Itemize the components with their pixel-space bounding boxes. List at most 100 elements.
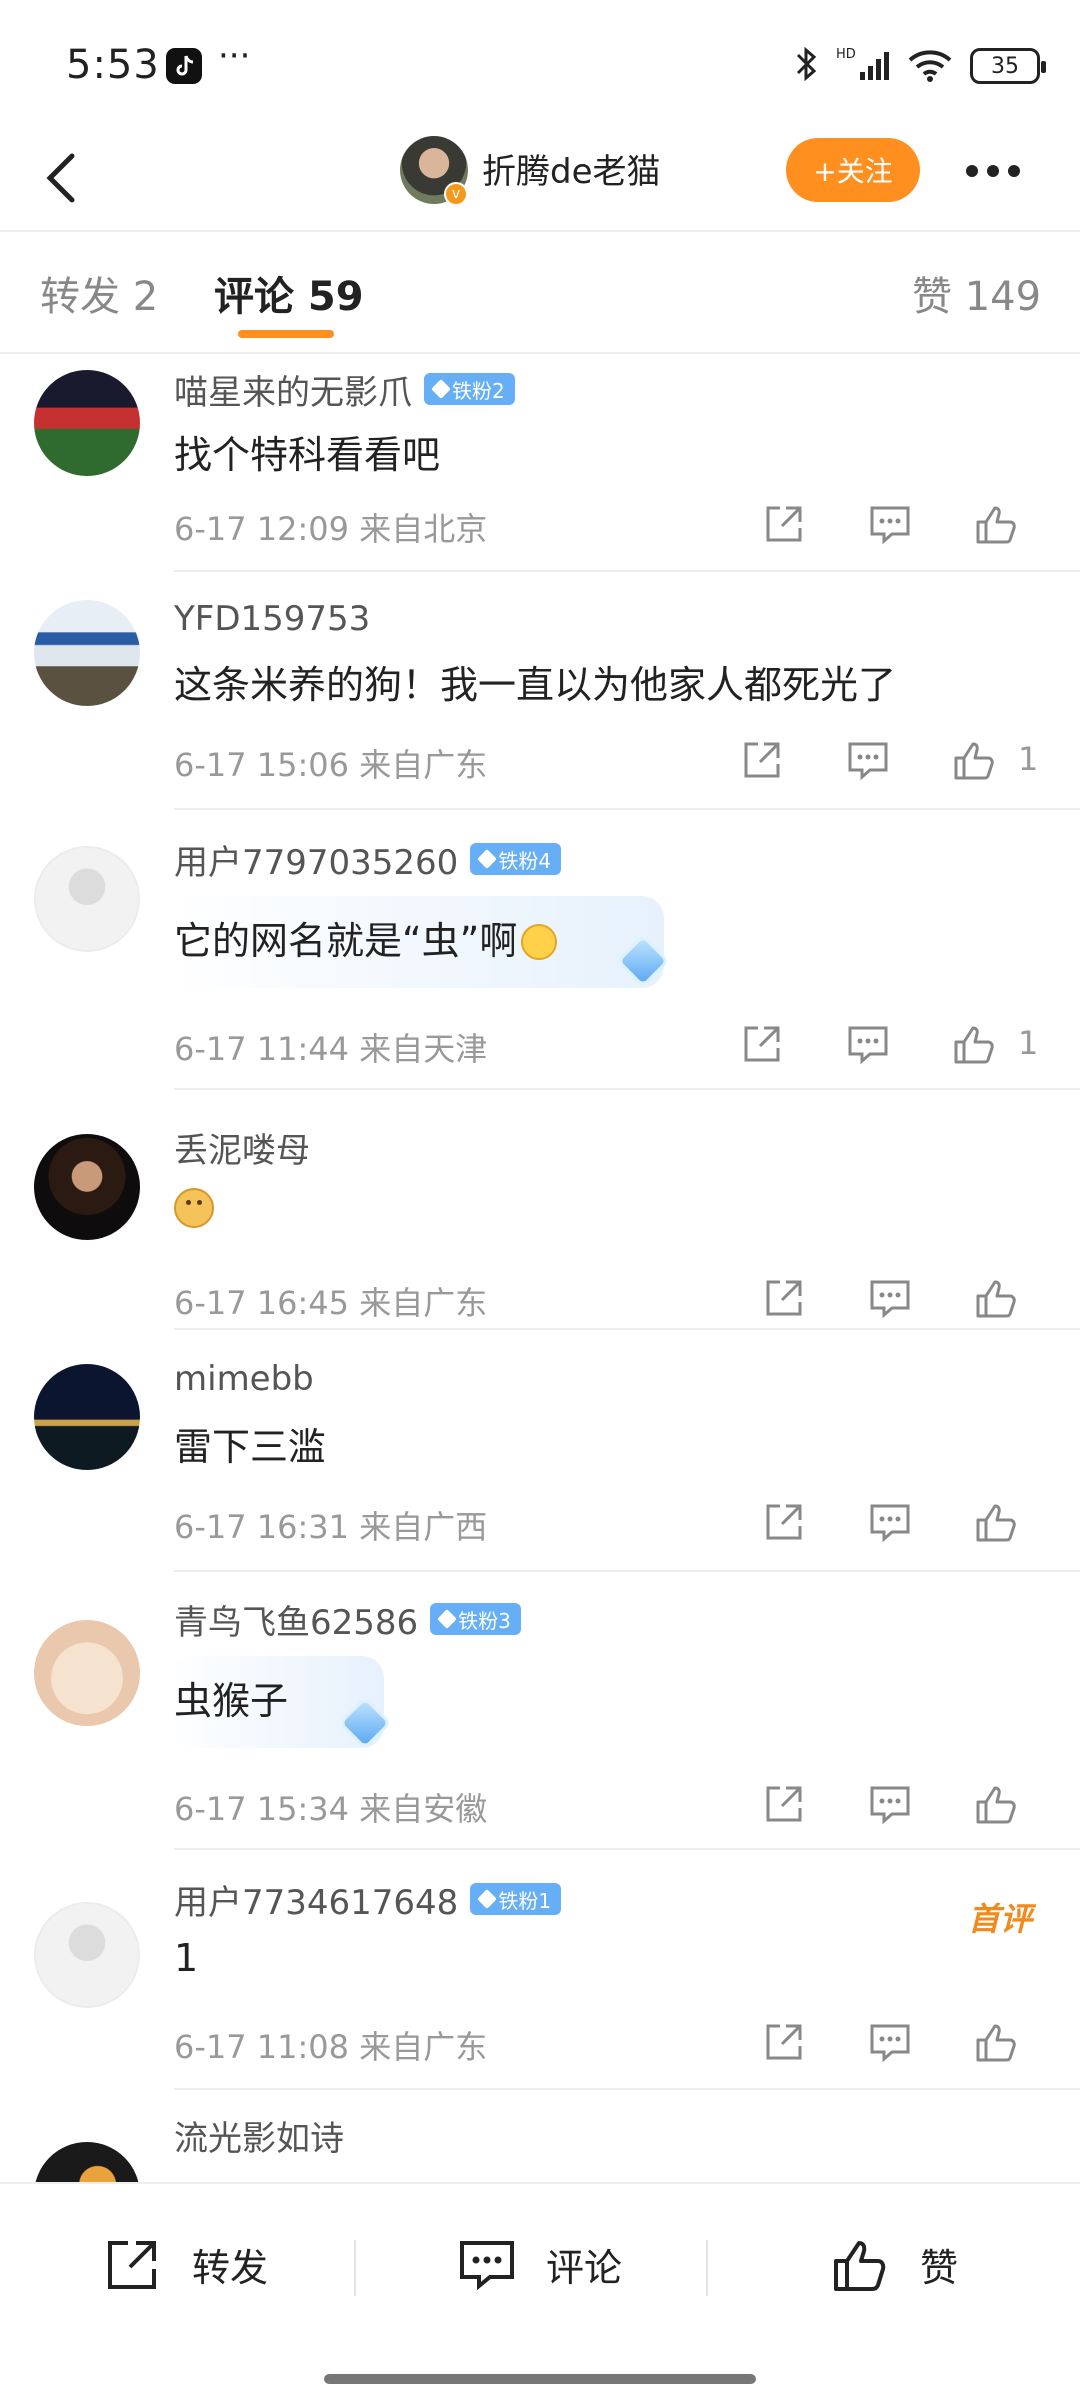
like-button[interactable] [968, 1776, 1024, 1832]
reply-button[interactable] [862, 2014, 918, 2070]
tabs-divider [0, 352, 1080, 354]
commenter-avatar[interactable] [34, 1620, 140, 1726]
commenter-name[interactable]: 流光影如诗 [174, 2112, 344, 2160]
thumbs-up-icon [976, 506, 1016, 544]
share-icon [766, 506, 802, 542]
like-button[interactable] [968, 496, 1024, 552]
comment-item: 流光影如诗 [0, 2112, 1080, 2182]
share-button[interactable] [756, 1270, 812, 1326]
signal-icon: HD [836, 44, 892, 88]
fan-badge: 铁粉2 [424, 373, 515, 405]
commenter-name[interactable]: 用户7734617648 [174, 1875, 458, 1924]
comment-icon [870, 1504, 910, 1543]
commenter-name[interactable]: 青鸟飞鱼62586 [174, 1595, 418, 1644]
follow-button[interactable]: +关注 [786, 138, 920, 202]
share-button[interactable] [734, 1016, 790, 1072]
commenter-avatar[interactable] [34, 2142, 140, 2182]
commenter-avatar[interactable] [34, 1364, 140, 1470]
comment-divider [174, 1848, 1080, 1850]
thumbs-up-icon [954, 742, 994, 780]
reply-button[interactable] [862, 1776, 918, 1832]
chevron-left-icon [46, 153, 75, 203]
battery-indicator: 35 [970, 48, 1046, 84]
like-button[interactable] [968, 2014, 1024, 2070]
comment-text: 虫猴子 [174, 1679, 289, 1723]
share-icon [744, 742, 780, 778]
comment-meta: 6-17 11:44 来自天津 [174, 1030, 488, 1068]
reply-button[interactable] [862, 496, 918, 552]
comment-meta: 6-17 16:45 来自广东 [174, 1284, 488, 1322]
comment-divider [174, 808, 1080, 810]
thumbs-up-icon [954, 1026, 994, 1064]
comment-divider [174, 2088, 1080, 2090]
tab-repost[interactable]: 转发 2 [40, 264, 158, 322]
more-options-button[interactable] [958, 136, 1028, 206]
share-icon [744, 1026, 780, 1062]
commenter-avatar[interactable] [34, 1134, 140, 1240]
thumbs-up-icon [976, 2024, 1016, 2062]
commenter-avatar[interactable] [34, 370, 140, 476]
like-count: 1 [1018, 740, 1039, 778]
doge-emoji-icon [174, 1188, 214, 1228]
reply-button[interactable] [862, 1270, 918, 1326]
repost-button[interactable]: 转发 [98, 2224, 268, 2304]
commenter-name[interactable]: 喵星来的无影爪 [174, 365, 412, 414]
share-button[interactable] [756, 496, 812, 552]
bottom-divider [354, 2240, 356, 2296]
reply-button[interactable] [840, 732, 896, 788]
comment-item: 青鸟飞鱼62586 铁粉3 虫猴子 6-17 15:34 来自安徽 [0, 1594, 1080, 1848]
reply-button[interactable] [840, 1016, 896, 1072]
commenter-avatar[interactable] [34, 1902, 140, 2008]
share-icon [766, 1786, 802, 1822]
tab-active-indicator [238, 330, 334, 338]
diamond-icon [477, 849, 498, 869]
share-icon [108, 2241, 156, 2289]
comment-meta: 6-17 12:09 来自北京 [174, 510, 488, 548]
comment-icon [870, 2024, 910, 2063]
commenter-name[interactable]: YFD159753 [174, 599, 370, 639]
share-button[interactable] [734, 732, 790, 788]
repost-label: 转发 [192, 2245, 269, 2290]
comment-item: 用户7734617648 铁粉1 首评 1 6-17 11:08 来自广东 [0, 1874, 1080, 2088]
like-button[interactable] [968, 1270, 1024, 1326]
thumbs-up-icon [976, 1280, 1016, 1318]
commenter-name[interactable]: mimebb [174, 1359, 314, 1399]
wifi-icon [906, 44, 956, 88]
like-post-button[interactable]: 赞 [826, 2224, 958, 2304]
home-indicator[interactable] [324, 2374, 756, 2384]
tab-likes[interactable]: 赞 149 [912, 264, 1041, 322]
thumbs-up-icon [976, 1786, 1016, 1824]
share-button[interactable] [756, 1494, 812, 1550]
diamond-icon [477, 1889, 498, 1909]
commenter-avatar[interactable] [34, 600, 140, 706]
like-button[interactable] [946, 732, 1002, 788]
diamond-icon [431, 379, 451, 399]
like-button[interactable] [968, 1494, 1024, 1550]
comment-item: 喵星来的无影爪 铁粉2 找个特科看看吧 6-17 12:09 来自北京 [0, 356, 1080, 570]
comment-divider [174, 1088, 1080, 1090]
header-divider [0, 230, 1080, 232]
comment-icon [870, 506, 910, 545]
like-button[interactable] [946, 1016, 1002, 1072]
share-button[interactable] [756, 2014, 812, 2070]
author-name[interactable]: 折腾de老猫 [482, 144, 661, 193]
comment-meta: 6-17 15:06 来自广东 [174, 746, 488, 784]
back-button[interactable] [30, 138, 110, 218]
bluetooth-icon [792, 44, 822, 88]
comment-item: mimebb 雷下三滥 6-17 16:31 来自广西 [0, 1354, 1080, 1570]
commenter-name[interactable]: 丢泥喽母 [174, 1123, 310, 1172]
comment-button[interactable]: 评论 [452, 2224, 622, 2304]
status-bar: 5:53 ··· HD 35 [0, 0, 1080, 120]
status-more-icon: ··· [218, 36, 251, 76]
reply-button[interactable] [862, 1494, 918, 1550]
bottom-divider [706, 2240, 708, 2296]
comment-label: 评论 [546, 2245, 623, 2290]
commenter-name[interactable]: 用户7797035260 [174, 835, 458, 884]
comment-meta: 6-17 15:34 来自安徽 [174, 1790, 488, 1828]
comment-divider [174, 1570, 1080, 1572]
share-button[interactable] [756, 1776, 812, 1832]
tabs: 转发 2 评论 59 赞 149 [0, 234, 1080, 352]
commenter-avatar[interactable] [34, 846, 140, 952]
tab-comments[interactable]: 评论 59 [214, 264, 364, 322]
comment-item: YFD159753 这条米养的狗！我一直以为他家人都死光了 6-17 15:06… [0, 594, 1080, 808]
